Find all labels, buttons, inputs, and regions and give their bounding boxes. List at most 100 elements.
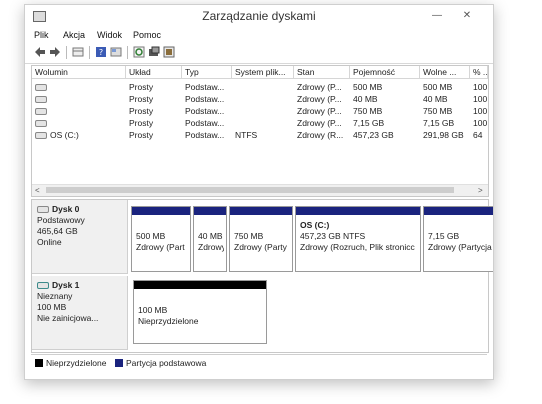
legend-swatch-unallocated [35, 359, 43, 367]
disk-0-partition-2[interactable]: 40 MB Zdrowy [193, 206, 227, 272]
partition-bar [424, 207, 493, 215]
volume-capacity: 7,15 GB [353, 118, 385, 128]
volume-filesystem [232, 117, 294, 129]
scroll-left-icon[interactable]: < [35, 185, 40, 196]
col-header-percent[interactable]: % ... [470, 66, 488, 79]
volume-layout: Prosty [129, 106, 154, 116]
legend-swatch-primary [115, 359, 123, 367]
volume-free: 500 MB [423, 82, 453, 92]
volume-icon [35, 84, 47, 92]
disk-0-label[interactable]: Dysk 0 Podstawowy 465,64 GB Online [32, 200, 128, 274]
col-header-type[interactable]: Typ [182, 66, 232, 79]
volume-capacity: 750 MB [353, 106, 383, 116]
disk-1-type: Nieznany [37, 291, 73, 301]
rescan-disks-icon[interactable] [163, 46, 175, 58]
scroll-right-icon[interactable]: > [478, 185, 483, 196]
volume-capacity: 40 MB [353, 94, 378, 104]
partition-size: 100 MB [138, 305, 168, 315]
partition-bar [194, 207, 226, 215]
refresh-icon[interactable] [133, 46, 145, 58]
volume-type: Podstaw... [185, 118, 225, 128]
disk-1-unallocated[interactable]: 100 MB Nieprzydzielone [133, 280, 267, 344]
disk-management-window: Zarządzanie dyskami — ✕ Plik Akcja Widok… [24, 4, 494, 380]
partition-size: 500 MB [136, 231, 166, 241]
minimize-icon[interactable]: — [427, 9, 447, 23]
help-icon[interactable]: ? [95, 46, 107, 58]
volume-percent: 100 [473, 94, 488, 104]
disk-0-partition-os[interactable]: OS (C:) 457,23 GB NTFS Zdrowy (Rozruch, … [295, 206, 421, 272]
volume-name [32, 117, 126, 129]
volume-free: 40 MB [423, 94, 448, 104]
volume-free: 750 MB [423, 106, 453, 116]
horizontal-scrollbar[interactable]: < > [32, 184, 488, 196]
close-icon[interactable]: ✕ [457, 9, 477, 23]
volume-row[interactable]: Prosty Podstaw... Zdrowy (P... 750 MB 75… [32, 105, 488, 117]
volume-type: Podstaw... [185, 130, 225, 140]
volume-status: Zdrowy (P... [297, 82, 342, 92]
disk-icon [37, 206, 49, 214]
volume-status: Zdrowy (P... [297, 106, 342, 116]
partition-status: Zdrowy (Rozruch, Plik stronicc [300, 242, 415, 252]
volume-row[interactable]: OS (C:) Prosty Podstaw... NTFS Zdrowy (R… [32, 129, 488, 141]
partition-size: 750 MB [234, 231, 264, 241]
disk-layout: Dysk 0 Podstawowy 465,64 GB Online 500 M… [31, 199, 493, 353]
disk-1-label[interactable]: Dysk 1 Nieznany 100 MB Nie zainicjowa... [32, 276, 128, 350]
volume-name [32, 81, 126, 93]
partition-bar [230, 207, 292, 215]
toolbar-separator [127, 46, 128, 59]
col-header-volume[interactable]: Wolumin [32, 66, 126, 79]
col-header-layout[interactable]: Układ [126, 66, 182, 79]
window-title: Zarządzanie dyskami [202, 9, 316, 23]
back-arrow-icon[interactable] [34, 46, 46, 58]
legend-primary: Partycja podstawowa [126, 358, 207, 368]
partition-bar [296, 207, 420, 215]
scroll-thumb[interactable] [46, 187, 454, 193]
volume-percent: 100 [473, 106, 488, 116]
toolbar-separator [66, 46, 67, 59]
disk-0-partition-5[interactable]: 7,15 GB Zdrowy (Partycja od [423, 206, 493, 272]
volume-row[interactable]: Prosty Podstaw... Zdrowy (P... 500 MB 50… [32, 81, 488, 93]
disk-0-type: Podstawowy [37, 215, 85, 225]
volume-layout: Prosty [129, 118, 154, 128]
volume-row[interactable]: Prosty Podstaw... Zdrowy (P... 7,15 GB 7… [32, 117, 488, 129]
partition-bar [134, 281, 266, 289]
col-header-status[interactable]: Stan [294, 66, 350, 79]
col-header-capacity[interactable]: Pojemność [350, 66, 420, 79]
volume-layout: Prosty [129, 82, 154, 92]
menu-action[interactable]: Akcja [63, 30, 85, 40]
disk-0-partition-3[interactable]: 750 MB Zdrowy (Party [229, 206, 293, 272]
disk-0-partition-1[interactable]: 500 MB Zdrowy (Part [131, 206, 191, 272]
volume-name: OS (C:) [32, 129, 126, 141]
list-view-icon[interactable] [72, 46, 84, 58]
properties-icon[interactable] [110, 46, 122, 58]
volume-status: Zdrowy (R... [297, 130, 344, 140]
menu-view[interactable]: Widok [97, 30, 122, 40]
forward-arrow-icon[interactable] [49, 46, 61, 58]
partition-size: 7,15 GB [428, 231, 460, 241]
volume-layout: Prosty [129, 130, 154, 140]
volume-filesystem [232, 105, 294, 117]
disk-1-name: Dysk 1 [52, 280, 80, 290]
menu-help[interactable]: Pomoc [133, 30, 161, 40]
volume-type: Podstaw... [185, 106, 225, 116]
disk-1-state: Nie zainicjowa... [37, 313, 99, 323]
col-header-free[interactable]: Wolne ... [420, 66, 470, 79]
menu-bar: Plik Akcja Widok Pomoc [25, 27, 493, 43]
volume-filesystem [232, 81, 294, 93]
volume-row[interactable]: Prosty Podstaw... Zdrowy (P... 40 MB 40 … [32, 93, 488, 105]
volume-percent: 64 [473, 130, 483, 140]
volume-capacity: 457,23 GB [353, 130, 394, 140]
volume-icon [35, 132, 47, 140]
volume-type: Podstaw... [185, 94, 225, 104]
volume-status: Zdrowy (P... [297, 94, 342, 104]
menu-file[interactable]: Plik [34, 30, 49, 40]
volume-free: 7,15 GB [423, 118, 455, 128]
legend: Nieprzydzielone Partycja podstawowa [31, 354, 487, 371]
volume-capacity: 500 MB [353, 82, 383, 92]
disk-settings-icon[interactable] [148, 46, 160, 58]
partition-bar [132, 207, 190, 215]
disk-unknown-icon [37, 282, 49, 290]
col-header-filesystem[interactable]: System plik... [232, 66, 294, 79]
disk-0-state: Online [37, 237, 62, 247]
svg-text:?: ? [99, 48, 103, 57]
